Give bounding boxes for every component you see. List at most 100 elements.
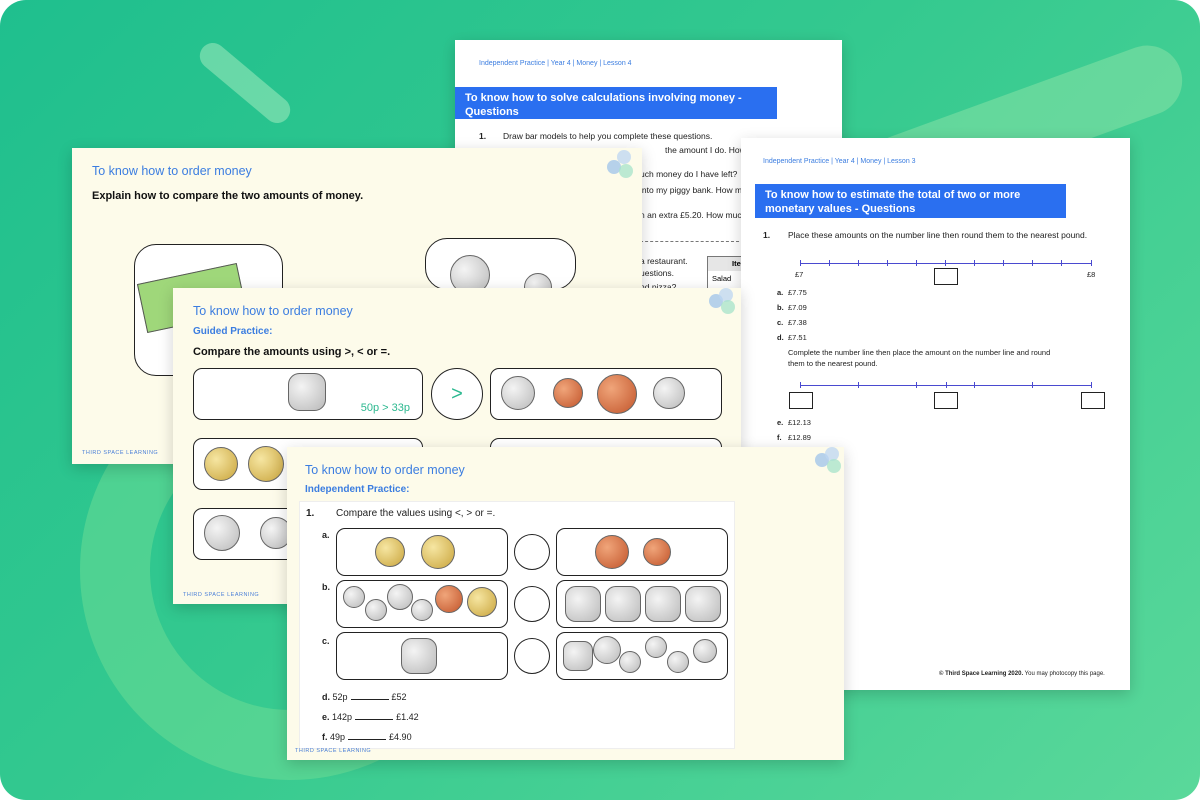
coin-5p xyxy=(365,599,387,621)
tick xyxy=(1003,260,1004,266)
tick xyxy=(858,260,859,266)
tick xyxy=(858,382,859,388)
coin-50p xyxy=(685,586,721,622)
money-box-right xyxy=(425,238,576,301)
row-letter: c. xyxy=(322,636,330,646)
coin-5p xyxy=(645,636,667,658)
coin-20p xyxy=(593,636,621,664)
amount-box-left: 50p > 33p xyxy=(193,368,423,420)
compare-circle[interactable] xyxy=(514,586,550,622)
answer-box[interactable] xyxy=(1081,392,1105,409)
slide-subtitle: Independent Practice: xyxy=(305,484,410,495)
coin-1p xyxy=(643,538,671,566)
tick xyxy=(887,260,888,266)
tick xyxy=(974,382,975,388)
copyright-footer: © Third Space Learning 2020. You may pho… xyxy=(939,671,1105,677)
instruction: them to the nearest pound. xyxy=(788,359,878,368)
coin-5p xyxy=(619,651,641,673)
tick xyxy=(1032,260,1033,266)
coin-10p xyxy=(501,376,535,410)
coin-2p xyxy=(595,535,629,569)
coin-50p xyxy=(288,373,326,411)
coin-1p xyxy=(553,378,583,408)
answer-box[interactable] xyxy=(789,392,813,409)
compare-circle[interactable] xyxy=(514,638,550,674)
number-line-start: £7 xyxy=(795,270,804,279)
compare-item: f. 49p £4.90 xyxy=(322,732,412,742)
question-line: n an extra £5.20. How much xyxy=(640,210,747,220)
coin-10p xyxy=(387,584,413,610)
compare-item: d. 52p £52 xyxy=(322,692,407,702)
decorative-pill xyxy=(194,37,296,129)
answer-text: 50p > 33p xyxy=(360,402,410,414)
coin-5p xyxy=(343,586,365,608)
question-number: 1. xyxy=(763,230,771,240)
tick xyxy=(945,260,946,266)
slide-question: Compare the amounts using >, < or =. xyxy=(193,346,391,358)
item-letter: c. xyxy=(777,318,784,327)
item-value: £7.38 xyxy=(788,318,807,327)
slide-title: To know how to order money xyxy=(92,164,252,178)
tick xyxy=(829,260,830,266)
question-text: Compare the values using <, > or =. xyxy=(336,508,496,519)
compare-circle[interactable] xyxy=(514,534,550,570)
item-letter: f. xyxy=(777,433,782,442)
compare-item: e. 142p £1.42 xyxy=(322,712,419,722)
slide-question: Explain how to compare the two amounts o… xyxy=(92,190,364,202)
amount-box-left xyxy=(336,528,508,576)
background: Independent Practice | Year 4 | Money | … xyxy=(0,0,1200,800)
worksheet-title: To know how to estimate the total of two… xyxy=(755,184,1066,218)
coin-1-pound xyxy=(248,446,284,482)
tick xyxy=(1091,260,1092,266)
tick xyxy=(1032,382,1033,388)
symbol-answer: > xyxy=(451,383,463,405)
tick xyxy=(1061,260,1062,266)
tick xyxy=(946,382,947,388)
coin-1-pound xyxy=(204,515,240,551)
amount-box-left xyxy=(336,632,508,680)
coin-50p xyxy=(565,586,601,622)
tick xyxy=(916,260,917,266)
brand-logo: THIRD SPACE LEARNING xyxy=(183,592,260,598)
coin-50p xyxy=(563,641,593,671)
number-line xyxy=(800,263,1092,264)
instruction: Complete the number line then place the … xyxy=(788,348,1051,357)
amount-box-right xyxy=(556,632,728,680)
slide-title: To know how to order money xyxy=(305,463,465,477)
slide-independent-practice: To know how to order money Independent P… xyxy=(287,447,844,760)
question-line: uch money do I have left? xyxy=(640,169,738,179)
question-line: into my piggy bank. How m xyxy=(640,185,743,195)
coin-20p xyxy=(653,377,685,409)
item-value: £12.89 xyxy=(788,433,811,442)
amount-box-right xyxy=(556,528,728,576)
slide-subtitle: Guided Practice: xyxy=(193,326,273,337)
coin-2p xyxy=(597,374,637,414)
answer-box[interactable] xyxy=(934,392,958,409)
question-line: uestions. xyxy=(640,268,675,278)
symbol-circle[interactable]: > xyxy=(431,368,483,420)
slide-title: To know how to order money xyxy=(193,304,353,318)
answer-box[interactable] xyxy=(934,268,958,285)
coin-50p xyxy=(401,638,437,674)
brand-logo: THIRD SPACE LEARNING xyxy=(82,450,159,456)
instruction: Place these amounts on the number line t… xyxy=(788,230,1088,240)
row-letter: a. xyxy=(322,530,330,540)
coin-1-pound xyxy=(467,587,497,617)
amount-box-right xyxy=(556,580,728,628)
tick xyxy=(800,260,801,266)
tick xyxy=(1091,382,1092,388)
item-value: £7.09 xyxy=(788,303,807,312)
amount-box-right xyxy=(490,368,722,420)
item-letter: e. xyxy=(777,418,784,427)
item-letter: b. xyxy=(777,303,784,312)
coin-1-pound xyxy=(204,447,238,481)
question-line: a restaurant. xyxy=(640,256,688,266)
item-value: £7.75 xyxy=(788,288,807,297)
coin-50p xyxy=(605,586,641,622)
row-letter: b. xyxy=(322,582,330,592)
coin-2p xyxy=(435,585,463,613)
breadcrumb: Independent Practice | Year 4 | Money | … xyxy=(479,60,632,67)
coin-5p xyxy=(667,651,689,673)
worksheet-title: To know how to solve calculations involv… xyxy=(455,87,777,119)
coin-5p xyxy=(411,599,433,621)
